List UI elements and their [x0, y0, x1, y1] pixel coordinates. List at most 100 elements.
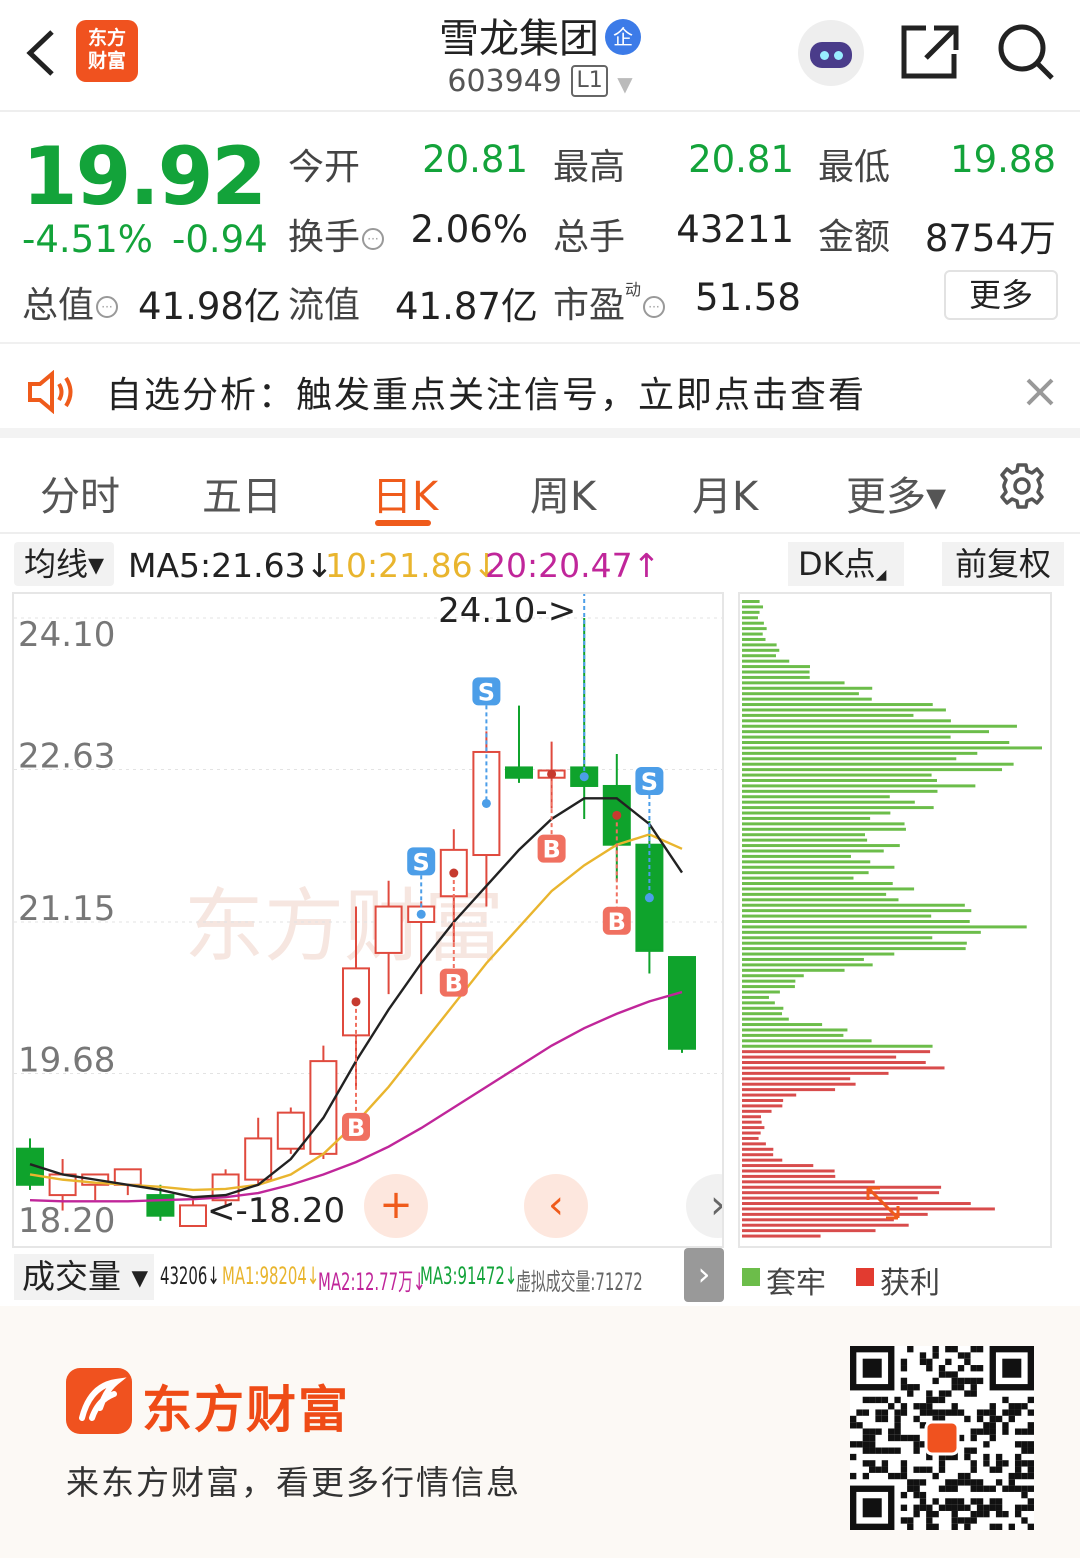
- qr-module: [919, 1479, 927, 1486]
- volume-ma3: MA3:91472↓: [420, 1262, 518, 1290]
- float-cap-value: 41.87亿: [395, 285, 538, 328]
- volume-row: 成交量 ▾ 43206↓ MA1:98204↓ MA2:12.77万↓ MA3:…: [0, 1248, 1080, 1306]
- ma-selector[interactable]: 均线▾: [14, 542, 114, 586]
- qr-module: [913, 1504, 920, 1511]
- qr-module: [1027, 1441, 1034, 1448]
- qr-module: [926, 1409, 933, 1416]
- qr-module: [900, 1434, 908, 1442]
- volume-value: 43206↓: [160, 1262, 220, 1290]
- signal-letter: B: [542, 836, 560, 864]
- qr-module: [862, 1428, 870, 1435]
- qr-module: [926, 1396, 933, 1404]
- distribution-bar: [742, 1028, 848, 1032]
- qr-module: [926, 1517, 933, 1524]
- qr-module: [970, 1365, 977, 1372]
- distribution-bar: [742, 968, 845, 972]
- qr-module: [1021, 1472, 1028, 1480]
- qr-module: [926, 1510, 933, 1518]
- adjust-selector[interactable]: 前复权: [942, 542, 1064, 586]
- info-icon[interactable]: ···: [362, 228, 385, 250]
- qr-module: [894, 1396, 901, 1404]
- qr-module: [881, 1466, 889, 1473]
- search-icon[interactable]: [996, 22, 1056, 82]
- distribution-bar: [742, 806, 934, 810]
- tab-more[interactable]: 更多▾: [846, 464, 946, 522]
- qr-module: [1008, 1523, 1015, 1530]
- distribution-bar: [742, 1142, 766, 1146]
- distribution-bar: [742, 610, 760, 614]
- chip-distribution-chart[interactable]: [738, 592, 1052, 1248]
- scroll-left-button-glyph: ‹: [548, 1182, 564, 1228]
- qr-module: [919, 1466, 927, 1473]
- qr-module: [1014, 1510, 1022, 1518]
- qr-module: [932, 1409, 939, 1416]
- info-icon[interactable]: ···: [96, 296, 119, 318]
- qr-module: [875, 1415, 882, 1423]
- qr-module: [1027, 1498, 1034, 1505]
- expand-arrow-button[interactable]: ›: [684, 1248, 724, 1302]
- qr-module: [964, 1352, 971, 1359]
- tab-five-day[interactable]: 五日: [202, 464, 282, 522]
- qr-module: [913, 1466, 920, 1473]
- volume-selector[interactable]: 成交量 ▾: [14, 1254, 154, 1300]
- qr-module: [888, 1434, 895, 1442]
- signal-dot: [612, 810, 622, 820]
- qr-module: [932, 1498, 939, 1505]
- qr-module: [913, 1447, 920, 1454]
- distribution-bar: [742, 892, 887, 896]
- qr-module: [1008, 1479, 1015, 1486]
- distribution-bar: [742, 898, 899, 902]
- qr-module: [1002, 1422, 1009, 1429]
- turnover-value: 2.06%: [410, 208, 528, 251]
- brand-logo-icon: [66, 1368, 132, 1434]
- share-icon[interactable]: [900, 24, 960, 80]
- gear-icon[interactable]: [998, 462, 1046, 510]
- qr-finder: [1002, 1358, 1022, 1378]
- qr-module: [970, 1485, 977, 1492]
- qr-module: [907, 1384, 914, 1391]
- tab-monthly-k[interactable]: 月K: [692, 464, 758, 522]
- qr-module: [875, 1466, 882, 1473]
- more-quote-button[interactable]: 更多: [944, 270, 1058, 320]
- kline-chart[interactable]: 东方财富24.1022.6321.1519.6818.20BSBSBSBS24.…: [12, 564, 750, 1248]
- dk-point-selector[interactable]: DK点◢: [788, 542, 904, 586]
- qr-module: [1021, 1504, 1028, 1511]
- qr-module: [1021, 1517, 1028, 1524]
- qr-module: [938, 1460, 946, 1467]
- tab-weekly-k[interactable]: 周K: [530, 464, 596, 522]
- distribution-bar: [742, 1212, 928, 1216]
- close-icon[interactable]: [1020, 372, 1060, 412]
- distribution-bar: [742, 871, 869, 875]
- tab-intraday[interactable]: 分时: [40, 464, 120, 522]
- distribution-bar: [742, 735, 951, 739]
- distribution-bar: [742, 844, 900, 848]
- qr-module: [951, 1371, 958, 1378]
- distribution-bar: [742, 1109, 772, 1113]
- distribution-bar: [742, 1131, 761, 1135]
- qr-module: [862, 1441, 870, 1448]
- distribution-bar: [742, 925, 1027, 929]
- qr-module: [894, 1472, 901, 1480]
- distribution-bar: [742, 724, 1017, 728]
- qr-module: [913, 1479, 920, 1486]
- qr-module: [919, 1352, 927, 1359]
- qr-module: [850, 1441, 857, 1448]
- caret-down-icon[interactable]: ▼: [617, 72, 632, 96]
- qr-module: [856, 1422, 863, 1429]
- info-icon[interactable]: ···: [643, 296, 666, 318]
- assistant-robot-icon[interactable]: [798, 20, 864, 86]
- qr-module: [1021, 1403, 1028, 1410]
- trapped-legend-swatch: [742, 1268, 760, 1286]
- qr-finder: [862, 1358, 882, 1378]
- qr-module: [1014, 1453, 1022, 1461]
- analysis-notice[interactable]: 自选分析：触发重点关注信号，立即点击查看: [0, 342, 1080, 438]
- qr-module: [1021, 1460, 1028, 1467]
- level-badge[interactable]: L1: [571, 65, 608, 97]
- ma-indicator-row: 均线▾ MA5:21.63↓ 10:21.86↓ 20:20.47↑ DK点◢ …: [0, 536, 1080, 590]
- qr-module: [932, 1377, 939, 1385]
- tab-daily-k[interactable]: 日K: [372, 464, 438, 522]
- distribution-bar: [742, 670, 810, 674]
- qr-module: [970, 1498, 977, 1505]
- distribution-bar: [742, 1033, 844, 1037]
- qr-module: [900, 1358, 908, 1366]
